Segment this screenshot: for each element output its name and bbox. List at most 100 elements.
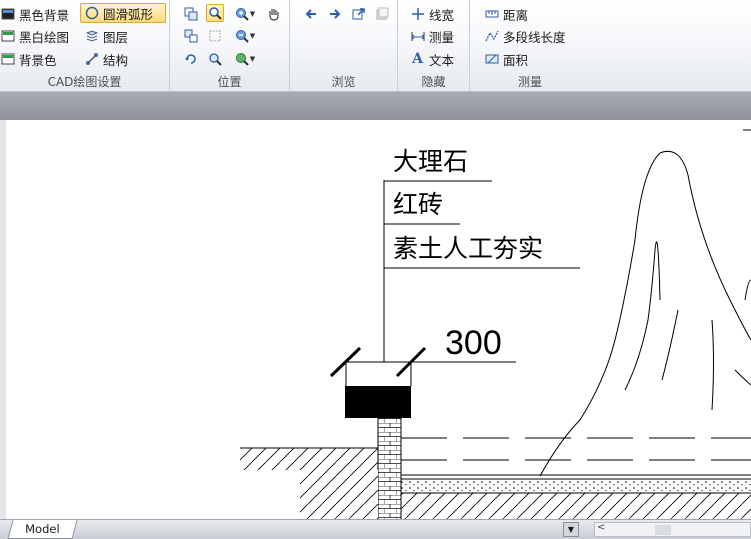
group-hide: 线宽 测量 A 文本 隐藏 [398,0,470,92]
text-label: 文本 [429,52,455,68]
measure-hide-button[interactable]: 测量 [406,26,458,46]
black-background-label: 黑色背景 [19,7,70,23]
ribbon-toolbar: 黑色背景 圆滑弧形 黑白绘图 图层 背景色 结构 CAD绘图设置 ▼ ▼ ▼ 位… [0,0,751,92]
layers-button[interactable]: 图层 [80,26,132,46]
copy-view-button[interactable] [182,27,200,45]
copy-view-icon [184,29,198,43]
zoom-realtime-dropdown-icon: ▼ [249,55,256,63]
text-button[interactable]: A 文本 [406,49,458,69]
layers-label: 图层 [103,29,129,45]
pan-window-button[interactable] [182,5,200,23]
rock-crack-1 [624,241,661,391]
soil-hatch-right [401,493,751,520]
arrow-left-icon [305,9,316,19]
background-color-button[interactable]: 背景色 [0,49,61,69]
monochrome-drawing-icon [0,29,15,44]
rock-crack-5 [734,369,751,386]
horizontal-scrollbar[interactable]: < [594,522,751,537]
zoom-window-icon [209,7,222,20]
polyline-length-button[interactable]: 多段线长度 [480,26,570,46]
area-icon [484,52,499,67]
pan-hand-icon [269,9,279,21]
previous-view-button[interactable] [302,5,320,23]
zoom-out-button[interactable]: ▼ [232,27,258,45]
text-icon: A [412,51,423,67]
polyline-length-label: 多段线长度 [503,29,566,45]
brick-wall [377,417,402,520]
export-icon [352,8,365,20]
rotate-view-button[interactable] [182,50,200,68]
distance-icon [484,7,499,22]
area-label: 面积 [503,52,529,68]
line-width-label: 线宽 [429,7,455,23]
layers-icon [84,29,99,44]
rock-outline [539,150,751,477]
dimension-icon [410,29,425,44]
scroll-left-icon[interactable]: < [597,522,605,533]
background-color-label: 背景色 [19,52,57,68]
group-browse: 浏览 [290,0,398,92]
chevron-down-icon: ▼ [567,525,575,534]
label-marble: 大理石 [393,147,468,176]
scrollbar-thumb[interactable] [655,525,671,535]
zoom-in-icon [235,8,249,21]
zoom-previous-button[interactable] [206,50,224,68]
drawing-canvas[interactable]: 大理石 红砖 素土人工夯实 300 [0,120,751,520]
structure-icon [84,52,99,67]
zoom-window-button[interactable] [206,4,224,22]
dimension-value: 300 [445,324,502,362]
disabled-view-button[interactable] [373,5,391,23]
group-label-browse: 浏览 [331,75,356,89]
fit-extents-button[interactable] [206,27,224,45]
line-width-button[interactable]: 线宽 [406,4,458,24]
fit-extents-icon [209,30,221,42]
distance-label: 距离 [503,7,529,23]
pan-window-icon [184,7,198,21]
smooth-arc-label: 圆滑弧形 [103,6,154,22]
structure-button[interactable]: 结构 [80,49,132,69]
next-view-button[interactable] [326,5,344,23]
smooth-arc-button[interactable]: 圆滑弧形 [80,3,166,23]
monochrome-drawing-label: 黑白绘图 [19,29,70,45]
group-label-hide: 隐藏 [421,75,446,89]
rock-crack-4 [744,279,751,301]
black-background-button[interactable]: 黑色背景 [0,4,73,24]
model-tab-label: Model [25,522,60,536]
distance-button[interactable]: 距离 [480,4,532,24]
polyline-length-icon [484,29,499,44]
zoom-previous-icon [209,53,222,66]
label-red-brick: 红砖 [393,190,443,219]
zoom-in-button[interactable]: ▼ [232,5,258,23]
model-tab[interactable]: Model [7,520,78,539]
refresh-view-button[interactable] [350,5,368,23]
black-background-icon [0,7,15,22]
zoom-out-dropdown-icon: ▼ [249,32,256,40]
gravel-layer [401,479,751,493]
zoom-out-icon [235,30,249,43]
monochrome-drawing-button[interactable]: 黑白绘图 [0,26,73,46]
structure-label: 结构 [103,52,129,68]
rock-crack-3 [711,319,714,411]
area-button[interactable]: 面积 [480,49,532,69]
pan-hand-button[interactable] [265,5,283,23]
soil-hatch-left-lower [300,470,378,520]
group-label-measure: 测量 [517,75,542,89]
tab-list-dropdown-button[interactable]: ▼ [563,522,579,537]
group-cad-settings: 黑色背景 圆滑弧形 黑白绘图 图层 背景色 结构 CAD绘图设置 [0,0,170,92]
label-compacted-soil: 素土人工夯实 [393,234,543,263]
smooth-arc-icon [84,6,99,21]
group-label-cad-settings: CAD绘图设置 [47,75,122,89]
background-color-icon [0,52,15,67]
group-measure: 距离 多段线长度 面积 测量 [470,0,590,92]
group-position: ▼ ▼ ▼ 位置 [170,0,290,92]
zoom-realtime-button[interactable]: ▼ [232,50,258,68]
group-label-position: 位置 [217,75,242,89]
arrow-right-icon [330,9,341,19]
zoom-realtime-icon [235,53,249,66]
disabled-view-icon [376,7,389,20]
rotate-view-icon [185,54,196,64]
marble-cap [345,386,411,418]
layout-tab-bar: Model ▼ < [0,519,751,539]
measure-hide-label: 测量 [429,29,455,45]
ribbon-separator-band [0,92,751,120]
